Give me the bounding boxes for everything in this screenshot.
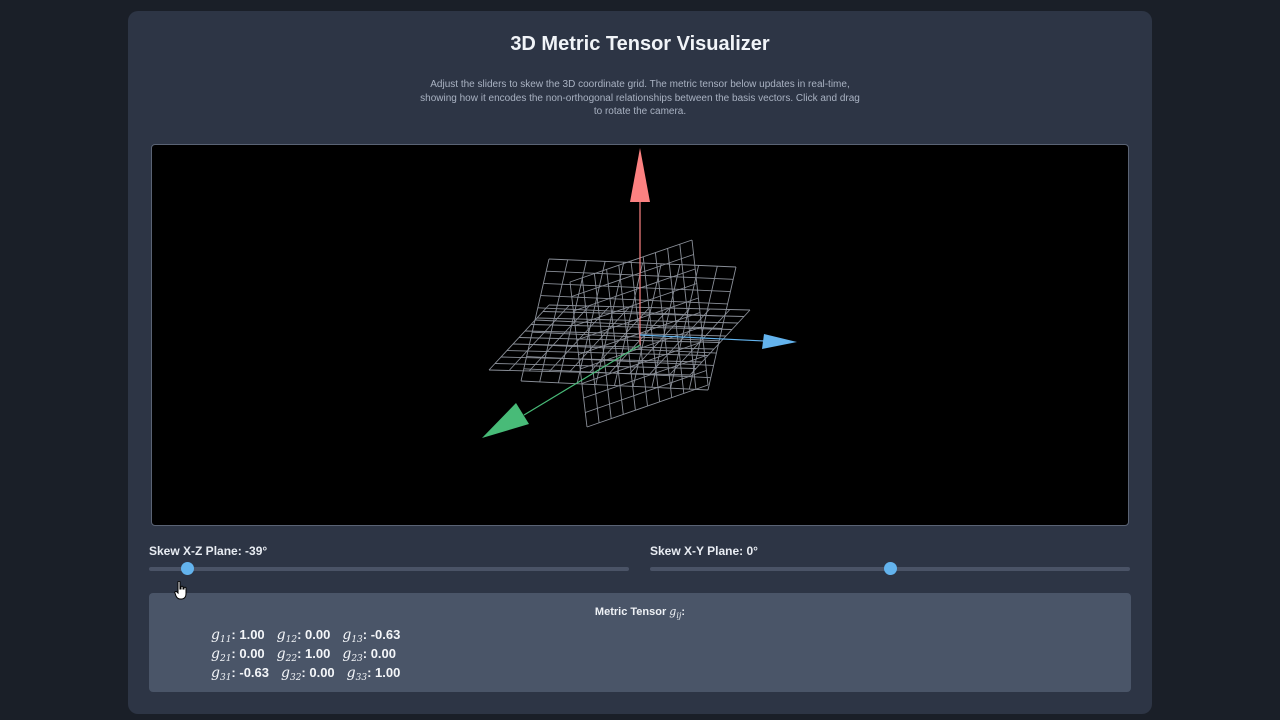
tensor-cell: g12: 0.00 — [276, 627, 331, 645]
metric-tensor-title: Metric Tensor gij: — [594, 605, 686, 621]
metric-tensor-panel: Metric Tensor gij: g11: 1.00 g12: 0.00 g13… — [149, 593, 1131, 692]
3d-scene[interactable] — [152, 145, 1128, 525]
tensor-cell: g33: 1.00 — [346, 665, 401, 683]
skew-xz-control: Skew X-Z Plane: -39° — [149, 543, 629, 583]
grid-line — [569, 281, 588, 428]
main-panel: 3D Metric Tensor Visualizer Adjust the s… — [128, 11, 1152, 714]
skew-xy-label: Skew X-Y Plane: 0° — [650, 544, 758, 558]
vertical-axis-arrow-icon — [630, 148, 650, 202]
tensor-row: g11: 1.00 g12: 0.00 g13: -0.63 — [211, 626, 412, 645]
skew-xy-control: Skew X-Y Plane: 0° — [650, 543, 1130, 583]
grid-plane-back — [520, 258, 737, 391]
hand-cursor-icon — [174, 581, 187, 600]
grid-line — [606, 269, 624, 415]
tensor-cell: g13: -0.63 — [342, 627, 401, 645]
right-axis-arrow-icon — [762, 334, 797, 349]
grid-line — [520, 380, 709, 391]
skew-xz-label: Skew X-Z Plane: -39° — [149, 544, 268, 558]
tensor-cell: g32: 0.00 — [281, 665, 335, 683]
tensor-row: g31: -0.63 g32: 0.00 g33: 1.00 — [211, 664, 412, 683]
tensor-cell: g11: 1.00 — [211, 627, 265, 645]
page-title: 3D Metric Tensor Visualizer — [510, 33, 770, 55]
skew-xz-slider-track[interactable] — [149, 567, 629, 571]
tensor-cell: g31: -0.63 — [211, 665, 269, 683]
skew-xy-slider-thumb[interactable] — [884, 562, 897, 575]
metric-tensor-grid: g11: 1.00 g12: 0.00 g13: -0.63 g21: 0.00 g22… — [211, 626, 412, 683]
tensor-cell: g22: 1.00 — [276, 646, 331, 664]
skew-xz-slider-thumb[interactable] — [181, 562, 195, 575]
tensor-row: g21: 0.00 g22: 1.00 g23: 0.00 — [211, 645, 412, 664]
tensor-cell: g21: 0.00 — [211, 646, 265, 664]
page-description: Adjust the sliders to skew the 3D coordi… — [420, 79, 860, 117]
3d-viewport[interactable] — [151, 144, 1129, 526]
depth-axis-arrow-icon — [482, 403, 529, 438]
grid-line — [523, 368, 711, 379]
tensor-cell: g23: 0.00 — [342, 646, 397, 664]
